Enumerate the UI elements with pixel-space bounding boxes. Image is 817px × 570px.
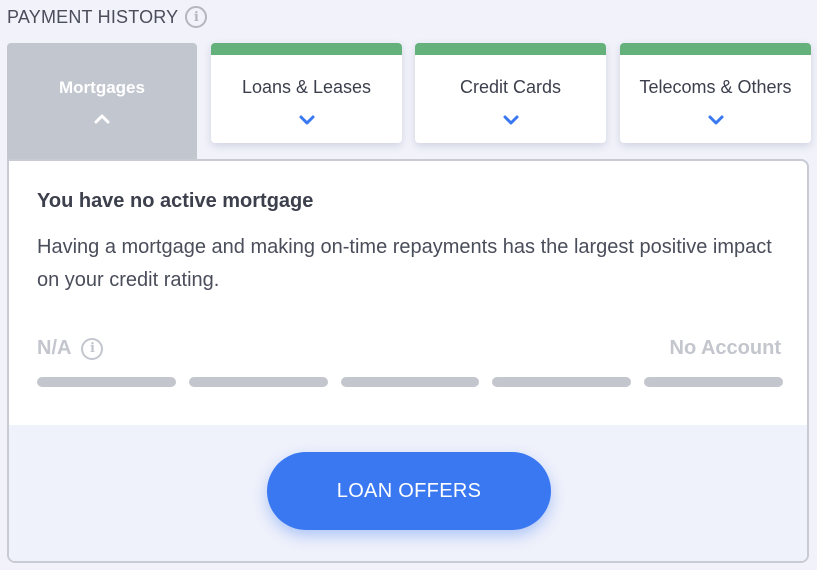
section-title: PAYMENT HISTORY	[7, 6, 179, 27]
loan-offers-button[interactable]: LOAN OFFERS	[267, 452, 551, 530]
panel-footer: LOAN OFFERS	[9, 425, 807, 561]
tab-label: Loans & Leases	[241, 77, 372, 97]
tab-telecoms-others[interactable]: Telecoms & Others	[620, 43, 811, 143]
rating-label: N/A	[37, 337, 72, 359]
panel-description: Having a mortgage and making on-time rep…	[37, 236, 772, 291]
tab-mortgages[interactable]: Mortgages	[7, 43, 197, 160]
section-header: PAYMENT HISTORY i	[7, 4, 208, 30]
rating-segment	[340, 377, 480, 387]
rating-segment	[492, 377, 632, 387]
chevron-down-icon	[708, 115, 723, 125]
payment-history-widget: PAYMENT HISTORY i Mortgages Loans & Leas…	[0, 0, 817, 570]
chevron-up-icon	[94, 114, 110, 124]
tab-accent-bar	[415, 43, 606, 55]
chevron-down-icon	[503, 115, 518, 125]
mortgage-panel: You have no active mortgage Having a mor…	[7, 159, 809, 563]
panel-title: You have no active mortgage	[37, 190, 314, 212]
info-icon[interactable]: i	[185, 6, 208, 28]
tab-accent-bar	[620, 43, 811, 55]
rating-segment	[644, 377, 783, 387]
chevron-down-icon	[299, 115, 314, 125]
tab-label: Mortgages	[59, 78, 145, 97]
account-status: No Account	[669, 337, 781, 359]
tab-accent-bar	[211, 43, 402, 55]
rating-segment	[188, 377, 328, 387]
rating-row: N/A i	[37, 337, 104, 360]
tab-credit-cards[interactable]: Credit Cards	[415, 43, 606, 143]
rating-segment	[37, 377, 176, 387]
info-icon[interactable]: i	[81, 337, 104, 360]
tab-loans-leases[interactable]: Loans & Leases	[211, 43, 402, 143]
tab-label: Credit Cards	[459, 77, 562, 97]
tab-label: Telecoms & Others	[639, 77, 792, 97]
rating-bar	[37, 377, 783, 387]
